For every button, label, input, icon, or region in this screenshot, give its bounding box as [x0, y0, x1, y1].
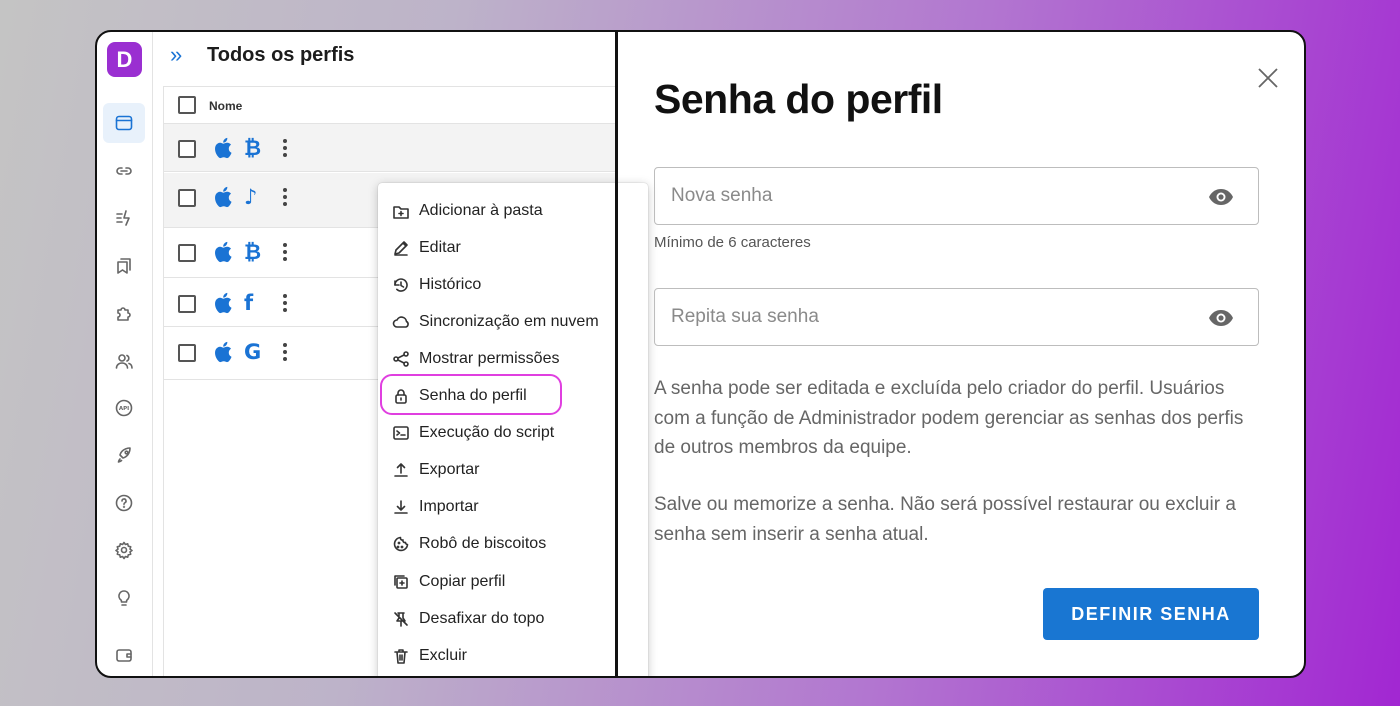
- menu-item-label: Mostrar permissões: [419, 349, 560, 367]
- facebook-icon: f: [244, 291, 254, 315]
- menu-item-folder-plus[interactable]: Adicionar à pasta: [378, 192, 648, 229]
- menu-item-history[interactable]: Histórico: [378, 266, 648, 303]
- folder-plus-icon: [391, 201, 411, 221]
- dialog-title: Senha do perfil: [654, 76, 943, 122]
- unpin-icon: [391, 609, 411, 629]
- quick-actions-icon[interactable]: [103, 198, 145, 238]
- trash-icon: [391, 646, 411, 666]
- apple-icon: [214, 241, 232, 263]
- cookie-icon: [391, 534, 411, 554]
- menu-item-terminal[interactable]: Execução do script: [378, 415, 648, 452]
- show-password-eye-icon[interactable]: [1208, 186, 1234, 208]
- menu-item-label: Robô de biscoitos: [419, 535, 547, 553]
- more-options-icon[interactable]: [281, 291, 289, 315]
- show-password-eye-icon[interactable]: [1208, 307, 1234, 329]
- app-window: D API » Todos os perfis Nome ₿ ♪ ₿ f G A…: [95, 30, 1306, 678]
- bitcoin-icon: ₿: [244, 136, 262, 160]
- more-options-icon[interactable]: [281, 240, 289, 264]
- menu-item-download[interactable]: Importar: [378, 489, 648, 526]
- svg-text:API: API: [119, 406, 129, 412]
- repeat-password-field[interactable]: [654, 288, 1259, 346]
- wallet-icon[interactable]: [103, 635, 145, 675]
- menu-item-label: Desafixar do topo: [419, 609, 545, 627]
- terminal-icon: [391, 423, 411, 443]
- google-icon: G: [244, 340, 262, 364]
- download-icon: [391, 497, 411, 517]
- menu-item-label: Execução do script: [419, 424, 555, 442]
- link-icon[interactable]: [103, 151, 145, 191]
- tiktok-icon: ♪: [244, 185, 258, 209]
- column-name-header: Nome: [209, 99, 243, 113]
- settings-gear-icon[interactable]: [103, 530, 145, 570]
- menu-item-trash[interactable]: Excluir: [378, 637, 648, 674]
- edit-icon: [391, 238, 411, 258]
- menu-item-label: Adicionar à pasta: [419, 201, 543, 219]
- upload-icon: [391, 460, 411, 480]
- row-checkbox[interactable]: [178, 344, 196, 362]
- menu-item-label: Editar: [419, 238, 461, 256]
- bitcoin-icon: ₿: [244, 240, 262, 264]
- profiles-table: Nome ₿ ♪ ₿ f G Adicionar à pasta Editar Histór…: [163, 86, 648, 676]
- row-checkbox[interactable]: [178, 295, 196, 313]
- set-password-button[interactable]: DEFINIR SENHA: [1043, 588, 1259, 640]
- menu-item-label: Copiar perfil: [419, 572, 506, 590]
- close-icon[interactable]: [1256, 66, 1280, 90]
- rocket-icon[interactable]: [103, 435, 145, 475]
- highlight-outline: [380, 374, 562, 415]
- row-checkbox[interactable]: [178, 244, 196, 262]
- help-icon[interactable]: [103, 483, 145, 523]
- share-icon: [391, 349, 411, 369]
- api-icon[interactable]: API: [103, 388, 145, 428]
- apple-icon: [214, 341, 232, 363]
- menu-item-label: Exportar: [419, 461, 480, 479]
- new-password-field[interactable]: [654, 167, 1259, 225]
- menu-item-copy[interactable]: Copiar perfil: [378, 563, 648, 600]
- page-title: Todos os perfis: [207, 44, 355, 66]
- table-row[interactable]: ₿: [164, 124, 616, 172]
- warning-paragraph: Salve ou memorize a senha. Não será poss…: [654, 494, 1236, 545]
- menu-item-cookie[interactable]: Robô de biscoitos: [378, 526, 648, 563]
- menu-item-upload[interactable]: Exportar: [378, 452, 648, 489]
- menu-item-unpin[interactable]: Desafixar do topo: [378, 600, 648, 637]
- row-checkbox[interactable]: [178, 140, 196, 158]
- apple-icon: [214, 292, 232, 314]
- more-options-icon[interactable]: [281, 136, 289, 160]
- description-paragraph: A senha pode ser editada e excluída pelo…: [654, 378, 1244, 458]
- select-all-checkbox[interactable]: [178, 96, 196, 114]
- apple-icon: [214, 137, 232, 159]
- menu-item-edit[interactable]: Editar: [378, 229, 648, 266]
- app-logo[interactable]: D: [107, 42, 142, 77]
- extensions-puzzle-icon[interactable]: [103, 293, 145, 333]
- history-icon: [391, 275, 411, 295]
- cloud-icon: [391, 312, 411, 332]
- expand-chevrons-icon[interactable]: »: [170, 44, 182, 66]
- copy-icon: [391, 572, 411, 592]
- logo-letter: D: [116, 46, 133, 72]
- profile-password-dialog: Senha do perfil Mínimo de 6 caracteres A…: [618, 32, 1304, 676]
- password-helper-text: Mínimo de 6 caracteres: [654, 234, 811, 251]
- sidebar: D API: [97, 32, 153, 676]
- repeat-password-input[interactable]: [655, 289, 1258, 345]
- menu-item-label: Importar: [419, 498, 479, 516]
- page-header: » Todos os perfis: [153, 32, 615, 84]
- menu-item-label: Excluir: [419, 646, 468, 664]
- menu-item-share[interactable]: Mostrar permissões: [378, 340, 648, 377]
- row-checkbox[interactable]: [178, 189, 196, 207]
- more-options-icon[interactable]: [281, 340, 289, 364]
- menu-item-cloud[interactable]: Sincronização em nuvem: [378, 303, 648, 340]
- more-options-icon[interactable]: [281, 185, 289, 209]
- new-password-input[interactable]: [655, 168, 1258, 224]
- browser-profiles-nav-icon[interactable]: [103, 103, 145, 143]
- lightbulb-icon[interactable]: [103, 578, 145, 618]
- table-header: Nome: [164, 87, 615, 124]
- bookmarks-icon[interactable]: [103, 246, 145, 286]
- team-members-icon[interactable]: [103, 341, 145, 381]
- menu-item-label: Histórico: [419, 275, 482, 293]
- apple-icon: [214, 186, 232, 208]
- menu-item-label: Sincronização em nuvem: [419, 312, 599, 330]
- context-menu: Adicionar à pasta Editar Histórico Sincroni…: [378, 183, 648, 676]
